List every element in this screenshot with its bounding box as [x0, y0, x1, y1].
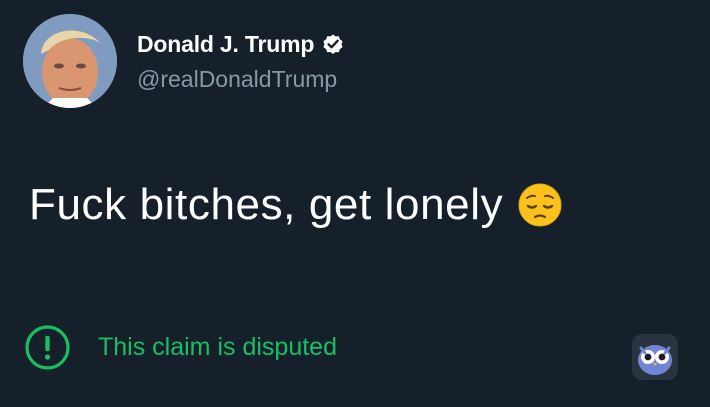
exclamation-circle-icon — [24, 324, 71, 371]
name-row: Donald J. Trump — [137, 28, 345, 60]
dispute-notice-link[interactable]: This claim is disputed — [24, 324, 337, 371]
tweet-card: Donald J. Trump @realDonaldTrump Fuck bi… — [0, 0, 710, 407]
avatar[interactable] — [23, 14, 117, 108]
tweet-text: Fuck bitches, get lonely — [29, 180, 504, 229]
verified-badge-icon — [321, 32, 345, 56]
handle[interactable]: @realDonaldTrump — [137, 66, 337, 93]
tweet-text-row: Fuck bitches, get lonely — [29, 180, 563, 230]
avatar-image — [23, 14, 117, 108]
pensive-face-icon — [517, 182, 563, 228]
dispute-label: This claim is disputed — [98, 333, 337, 361]
owl-icon — [632, 334, 678, 380]
display-name[interactable]: Donald J. Trump — [137, 31, 314, 58]
